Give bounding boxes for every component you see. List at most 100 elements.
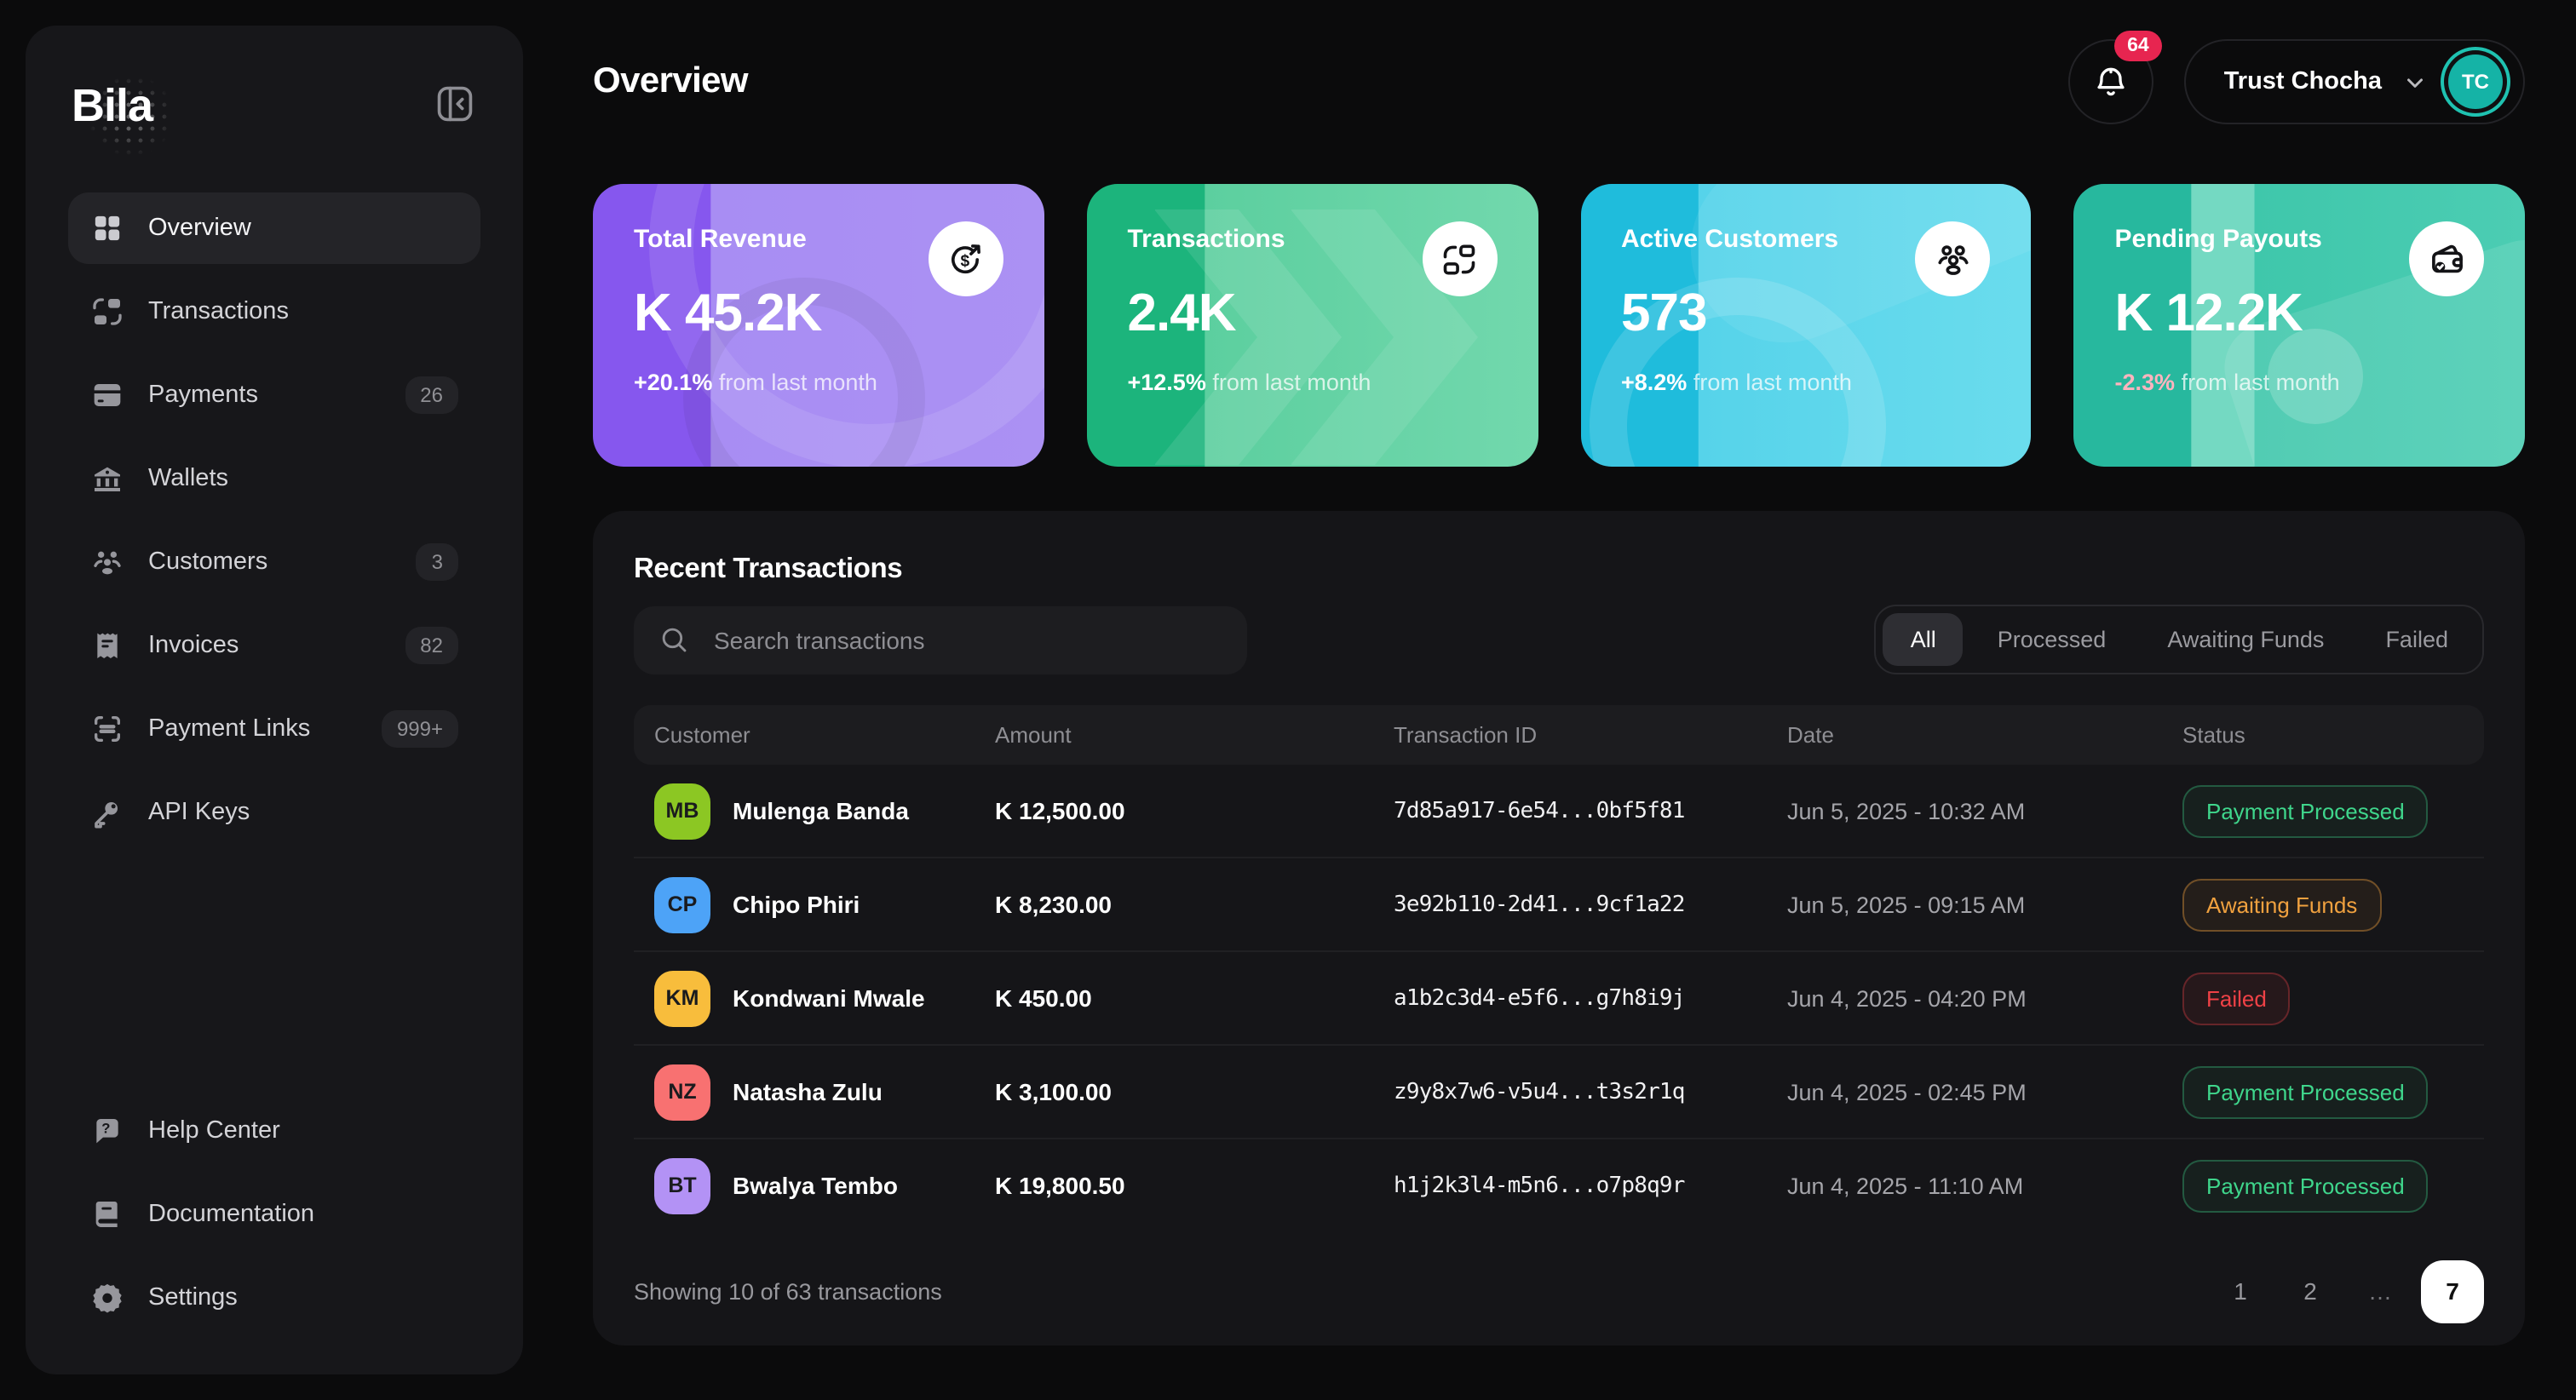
search-transactions-field bbox=[634, 605, 1247, 674]
filter-tab-failed[interactable]: Failed bbox=[2358, 613, 2475, 666]
user-menu[interactable]: Trust Chocha TC bbox=[2185, 39, 2525, 124]
svg-text:$: $ bbox=[961, 251, 970, 269]
page-2[interactable]: 2 bbox=[2281, 1262, 2339, 1320]
column-header-customer: Customer bbox=[654, 722, 995, 748]
sidebar-item-api-keys[interactable]: API Keys bbox=[68, 777, 480, 848]
status-filter-tabs: AllProcessedAwaiting FundsFailed bbox=[1875, 605, 2484, 674]
avatar: BT bbox=[654, 1157, 710, 1214]
sidebar-item-transactions[interactable]: Transactions bbox=[68, 276, 480, 347]
sidebar-item-label: Payments bbox=[148, 382, 258, 409]
status-badge: Awaiting Funds bbox=[2182, 878, 2381, 931]
key-icon bbox=[90, 795, 124, 829]
column-header-transaction-id: Transaction ID bbox=[1394, 722, 1787, 748]
page-7[interactable]: 7 bbox=[2421, 1259, 2484, 1323]
stat-delta-suffix: from last month bbox=[2182, 370, 2340, 395]
avatar: KM bbox=[654, 970, 710, 1026]
sidebar-item-overview[interactable]: Overview bbox=[68, 192, 480, 264]
pagination: 12…7 bbox=[2211, 1259, 2484, 1323]
amount-cell: K 19,800.50 bbox=[995, 1172, 1394, 1199]
table-controls: AllProcessedAwaiting FundsFailed bbox=[634, 605, 2484, 674]
sidebar-item-documentation[interactable]: Documentation bbox=[68, 1179, 480, 1250]
stat-delta-suffix: from last month bbox=[719, 370, 877, 395]
stat-delta-value: +8.2% bbox=[1621, 370, 1687, 395]
transactions-icon bbox=[90, 295, 124, 329]
table-row[interactable]: KM Kondwani Mwale K 450.00a1b2c3d4-e5f6...… bbox=[634, 952, 2484, 1046]
stat-delta-value: +20.1% bbox=[634, 370, 712, 395]
swap-cards-icon bbox=[1440, 239, 1479, 278]
sidebar-item-label: Overview bbox=[148, 215, 251, 242]
svg-text:?: ? bbox=[101, 1121, 110, 1137]
sidebar-item-label: Wallets bbox=[148, 465, 228, 492]
collapse-panel-icon bbox=[433, 81, 477, 125]
wallet-check-icon bbox=[2427, 239, 2466, 278]
sidebar-item-settings[interactable]: Settings bbox=[68, 1262, 480, 1334]
filter-tab-all[interactable]: All bbox=[1883, 613, 1964, 666]
transaction-id-cell: 3e92b110-2d41...9cf1a22 bbox=[1394, 892, 1787, 917]
sidebar-item-invoices[interactable]: Invoices82 bbox=[68, 610, 480, 681]
status-cell: Payment Processed bbox=[2182, 1065, 2464, 1118]
table-row[interactable]: NZNatasha ZuluK 3,100.00z9y8x7w6-v5u4...… bbox=[634, 1046, 2484, 1139]
sidebar-item-payment-links[interactable]: Payment Links 999+ bbox=[68, 693, 480, 765]
table-row[interactable]: MBMulenga BandaK 12,500.007d85a917-6e54.… bbox=[634, 765, 2484, 858]
sidebar-item-customers[interactable]: Customers3 bbox=[68, 526, 480, 598]
stat-card-delta: +8.2% from last month bbox=[1621, 370, 1991, 395]
sidebar-item-label: Documentation bbox=[148, 1201, 314, 1228]
page-title: Overview bbox=[593, 61, 748, 102]
status-cell: Failed bbox=[2182, 972, 2464, 1024]
sidebar-item-label: Transactions bbox=[148, 298, 289, 325]
stat-card-value: K 12.2K bbox=[2115, 283, 2485, 344]
sidebar-item-wallets[interactable]: Wallets bbox=[68, 443, 480, 514]
sidebar-item-label: Customers bbox=[148, 548, 267, 576]
sidebar-item-badge: 999+ bbox=[382, 710, 458, 748]
amount-cell: K 8,230.00 bbox=[995, 891, 1394, 918]
status-cell: Payment Processed bbox=[2182, 784, 2464, 837]
filter-tab-processed[interactable]: Processed bbox=[1970, 613, 2134, 666]
amount-cell: K 12,500.00 bbox=[995, 797, 1394, 824]
sidebar-item-label: Help Center bbox=[148, 1117, 280, 1145]
table-row[interactable]: BTBwalya TemboK 19,800.50h1j2k3l4-m5n6..… bbox=[634, 1139, 2484, 1231]
sidebar-item-help-center[interactable]: ? Help Center bbox=[68, 1095, 480, 1167]
user-avatar: TC bbox=[2448, 55, 2503, 109]
chevron-down-icon bbox=[2402, 69, 2428, 95]
dollar-refresh-icon: $ bbox=[946, 239, 986, 278]
stat-card-delta: -2.3% from last month bbox=[2115, 370, 2485, 395]
transaction-id-cell: a1b2c3d4-e5f6...g7h8i9j bbox=[1394, 985, 1787, 1011]
sidebar-item-label: API Keys bbox=[148, 799, 250, 826]
customer-name: Kondwani Mwale bbox=[733, 984, 925, 1012]
customer-name: Natasha Zulu bbox=[733, 1078, 883, 1105]
sidebar-item-label: Invoices bbox=[148, 632, 239, 659]
search-input[interactable] bbox=[710, 624, 1223, 655]
table-row[interactable]: CPChipo PhiriK 8,230.003e92b110-2d41...9… bbox=[634, 858, 2484, 952]
notifications-button[interactable]: 64 bbox=[2069, 39, 2154, 124]
stat-card-value: 573 bbox=[1621, 283, 1991, 344]
customer-name: Chipo Phiri bbox=[733, 891, 860, 918]
sidebar-item-badge: 26 bbox=[405, 376, 458, 414]
customer-cell: KM Kondwani Mwale bbox=[654, 970, 995, 1026]
panel-title: Recent Transactions bbox=[634, 511, 2484, 586]
page-1[interactable]: 1 bbox=[2211, 1262, 2269, 1320]
stat-delta-suffix: from last month bbox=[1212, 370, 1371, 395]
stat-card-active-customers: Active Customers573+8.2% from last month bbox=[1580, 184, 2032, 467]
status-badge: Failed bbox=[2182, 972, 2291, 1024]
stat-delta-value: -2.3% bbox=[2115, 370, 2176, 395]
docs-icon bbox=[90, 1197, 124, 1231]
sidebar-collapse-button[interactable] bbox=[429, 80, 480, 131]
stat-delta-suffix: from last month bbox=[1693, 370, 1852, 395]
users-group-icon bbox=[1934, 239, 1973, 278]
topbar-actions: 64 Trust Chocha TC bbox=[2069, 39, 2525, 124]
date-cell: Jun 4, 2025 - 11:10 AM bbox=[1787, 1173, 2182, 1198]
customer-cell: BTBwalya Tembo bbox=[654, 1157, 995, 1214]
payment-links-icon bbox=[90, 712, 124, 746]
stat-delta-value: +12.5% bbox=[1128, 370, 1206, 395]
topbar: Overview 64 Trust Chocha bbox=[593, 0, 2525, 164]
status-badge: Payment Processed bbox=[2182, 784, 2429, 837]
status-badge: Payment Processed bbox=[2182, 1159, 2429, 1212]
transaction-id-cell: 7d85a917-6e54...0bf5f81 bbox=[1394, 798, 1787, 823]
filter-tab-awaiting-funds[interactable]: Awaiting Funds bbox=[2140, 613, 2351, 666]
sidebar-item-label: Payment Links bbox=[148, 715, 310, 743]
payments-icon bbox=[90, 378, 124, 412]
date-cell: Jun 4, 2025 - 02:45 PM bbox=[1787, 1079, 2182, 1105]
amount-cell: K 450.00 bbox=[995, 984, 1394, 1012]
customer-cell: CPChipo Phiri bbox=[654, 876, 995, 932]
sidebar-item-payments[interactable]: Payments 26 bbox=[68, 359, 480, 431]
